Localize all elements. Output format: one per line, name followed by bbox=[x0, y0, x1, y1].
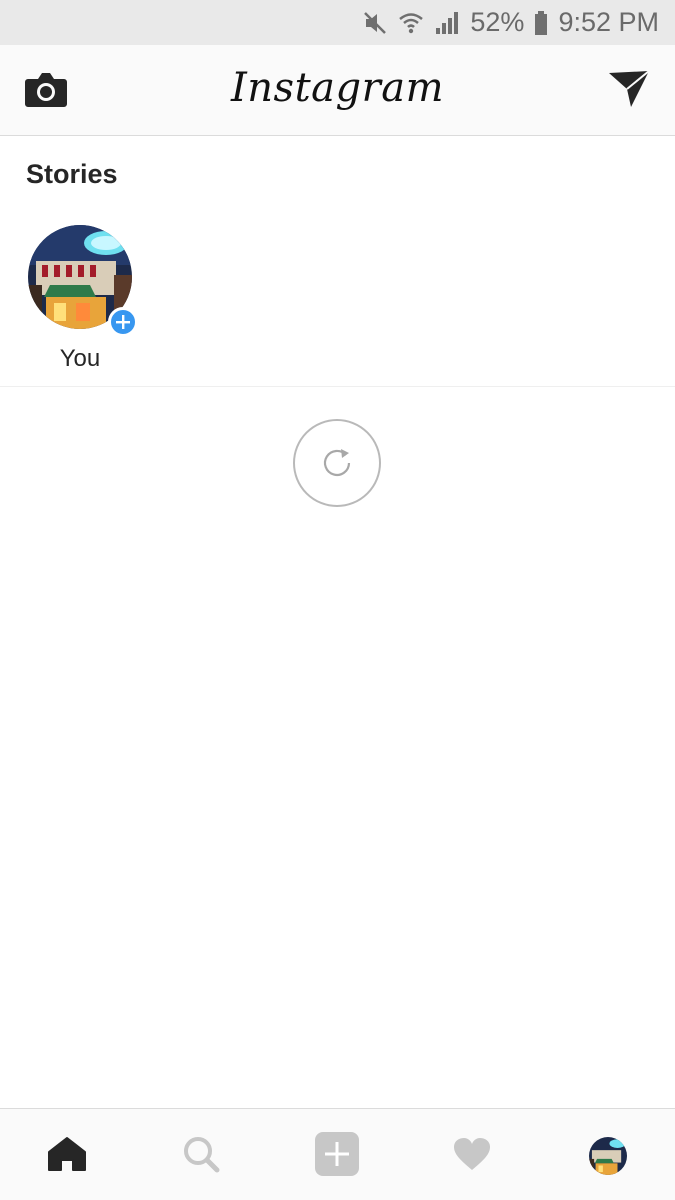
stories-section: Stories You bbox=[0, 137, 675, 387]
add-post-icon bbox=[314, 1131, 360, 1182]
search-icon bbox=[181, 1134, 221, 1179]
clock: 9:52 PM bbox=[558, 7, 659, 37]
direct-message-icon bbox=[607, 69, 651, 114]
wifi-icon bbox=[398, 10, 424, 36]
nav-home[interactable] bbox=[41, 1131, 93, 1181]
nav-profile[interactable] bbox=[582, 1131, 634, 1181]
status-bar: 52% 9:52 PM bbox=[0, 0, 675, 45]
bottom-nav bbox=[0, 1108, 675, 1200]
battery-percent: 52% bbox=[470, 7, 525, 37]
stories-title: Stories bbox=[26, 159, 118, 189]
signal-icon bbox=[434, 10, 460, 36]
story-item-you[interactable]: You bbox=[26, 225, 138, 375]
mute-icon bbox=[362, 10, 388, 36]
add-story-icon[interactable] bbox=[108, 307, 138, 337]
battery-icon bbox=[534, 10, 548, 36]
reload-icon bbox=[319, 443, 355, 484]
home-icon bbox=[47, 1136, 87, 1177]
app-header: Instagram bbox=[0, 45, 675, 136]
story-label: You bbox=[59, 345, 101, 372]
nav-activity[interactable] bbox=[446, 1131, 498, 1181]
direct-message-button[interactable] bbox=[605, 67, 653, 115]
heart-icon bbox=[452, 1136, 492, 1177]
reload-button[interactable] bbox=[293, 419, 381, 507]
nav-add-post[interactable] bbox=[311, 1131, 363, 1181]
instagram-logo: Instagram bbox=[230, 65, 444, 111]
profile-avatar bbox=[589, 1137, 627, 1175]
nav-search[interactable] bbox=[175, 1131, 227, 1181]
